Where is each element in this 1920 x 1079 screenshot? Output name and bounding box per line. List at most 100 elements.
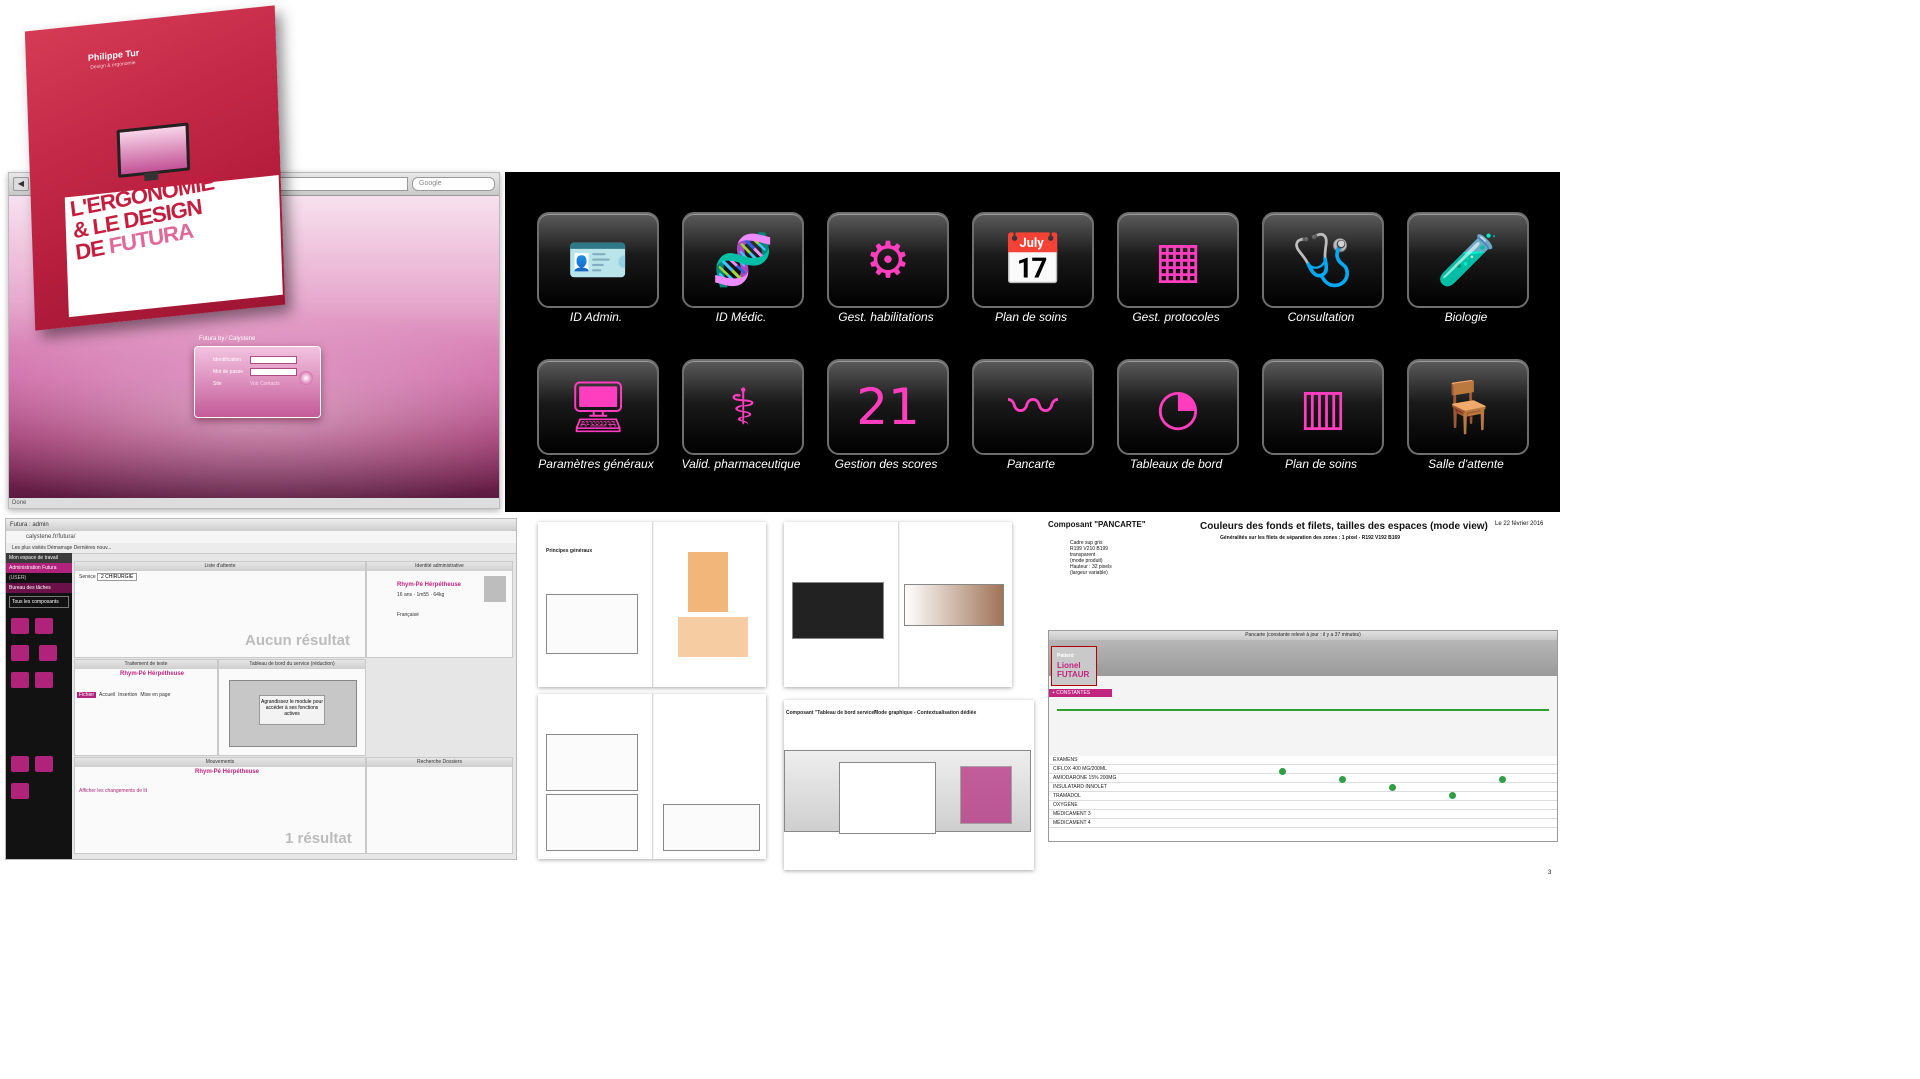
login-go-button[interactable] (299, 371, 313, 385)
sidebar-section[interactable]: Bureau des tâches (6, 583, 72, 593)
module-icon[interactable] (35, 756, 53, 772)
module-label[interactable]: Paramètres généraux (521, 457, 671, 471)
module-label[interactable]: Gest. protocoles (1101, 310, 1251, 324)
spread-board: Composant "Tableau de bord service" Mode… (784, 700, 1034, 870)
module-label[interactable]: Pancarte (956, 457, 1106, 471)
module-icon[interactable] (11, 672, 29, 688)
module-tile[interactable]: ◔ (1117, 359, 1239, 455)
wireframe-block (663, 804, 760, 851)
module-label[interactable]: Gestion des scores (811, 457, 961, 471)
dashboard-header: Tableau de bord du service (réduction) (219, 660, 365, 669)
table-row: EXAMENS (1049, 756, 1557, 765)
one-result-text: 1 résultat (285, 830, 352, 847)
module-tile[interactable]: ▥ (1262, 359, 1384, 455)
module-icon: 🪑 (1436, 378, 1500, 436)
app-window-title: Futura : admin (6, 519, 516, 531)
module-tile[interactable]: 🪪 (537, 212, 659, 308)
administration-dot[interactable] (1339, 776, 1346, 783)
doc-note: (largeur variable) (1070, 570, 1108, 576)
module-icon: 🪪 (566, 231, 630, 289)
doc-notes: Cadre sup gris R199 V210 B199 transparen… (1070, 540, 1112, 576)
module-label[interactable]: ID Médic. (666, 310, 816, 324)
administration-dot[interactable] (1449, 792, 1456, 799)
password-label: Mot de passe (213, 369, 244, 375)
spread-fold (898, 522, 900, 687)
orange-diagram (678, 617, 748, 657)
avatar (484, 576, 506, 602)
tab-home[interactable]: Accueil (99, 692, 115, 698)
service-select[interactable]: 2 CHIRURGIE (97, 573, 138, 581)
module-icon-panel: 🪪 ID Admin. 🧬 ID Médic. ⚙ Gest. habilitations… (505, 172, 1560, 512)
tab-layout[interactable]: Mise en page (140, 692, 170, 698)
module-label[interactable]: Plan de soins (1246, 457, 1396, 471)
movement-link[interactable]: Afficher les changements de lit (79, 788, 147, 794)
module-icon: ◔ (1156, 378, 1200, 436)
module-tile[interactable]: 🪑 (1407, 359, 1529, 455)
table-row: MÉDICAMENT 3 (1049, 810, 1557, 819)
search-input[interactable]: Google (412, 177, 495, 191)
wireframe-block (546, 594, 638, 654)
password-field[interactable] (250, 368, 297, 376)
module-tile[interactable]: 21 (827, 359, 949, 455)
all-components-button[interactable]: Tous les composants (9, 596, 69, 608)
module-label[interactable]: Valid. pharmaceutique (666, 457, 816, 471)
module-icon[interactable] (11, 756, 29, 772)
spread-title: Principes généraux (546, 548, 593, 554)
no-result-text: Aucun résultat (245, 632, 351, 649)
module-icon: 🖥 (566, 378, 630, 436)
table-row: CIFLOX 400 MG/200ML (1049, 765, 1557, 774)
table-row: OXYGÈNE (1049, 801, 1557, 810)
module-icon[interactable] (11, 645, 29, 661)
module-icon: ⚙ (865, 231, 911, 289)
identification-field[interactable] (250, 356, 297, 364)
service-label: Service (79, 574, 96, 580)
module-tile[interactable]: 🧬 (682, 212, 804, 308)
module-label[interactable]: Gest. habilitations (811, 310, 961, 324)
module-tile[interactable]: 〰 (972, 359, 1094, 455)
patient-block: Patient Lionel FUTAUR (1057, 652, 1089, 679)
module-icon[interactable] (39, 645, 58, 661)
module-tile[interactable]: ⚙ (827, 212, 949, 308)
module-label[interactable]: Tableaux de bord (1101, 457, 1251, 471)
back-button[interactable]: ◀ (13, 177, 29, 191)
admin-identity-header: Identité administrative (367, 562, 512, 571)
module-tile[interactable]: 🩺 (1262, 212, 1384, 308)
constants-section[interactable]: + CONSTANTES (1049, 689, 1112, 697)
search-pane: Recherche Dossiers (366, 757, 513, 854)
module-label[interactable]: Biologie (1391, 310, 1541, 324)
module-label[interactable]: Consultation (1246, 310, 1396, 324)
administration-dot[interactable] (1499, 776, 1506, 783)
pancarte-grid: Pancarte (constante relevé à jour : il y… (1048, 630, 1558, 842)
patient-bar: Patient Lionel FUTAUR (1049, 640, 1557, 686)
movements-patient-name: Rhym-Pé Hérpétheuse (195, 769, 260, 775)
identification-label: Identification (213, 357, 242, 363)
treatment-rows: EXAMENS CIFLOX 400 MG/200ML AMIODARONE 1… (1049, 756, 1557, 841)
module-tile[interactable]: ⚕ (682, 359, 804, 455)
module-icon: ⚕ (729, 378, 757, 436)
site-label: Site (213, 381, 222, 387)
module-tile[interactable]: 📅 (972, 212, 1094, 308)
monitor-icon (116, 122, 191, 178)
administration-dot[interactable] (1279, 768, 1286, 775)
futura-brand: Futura by ⁄ Calystene (199, 336, 256, 342)
tab-file[interactable]: Fichier (77, 692, 97, 698)
module-icon[interactable] (11, 783, 29, 799)
module-icon[interactable] (11, 618, 29, 634)
module-tile[interactable]: 🧪 (1407, 212, 1529, 308)
board-side-panel (960, 766, 1012, 824)
module-icon: 🩺 (1291, 231, 1355, 289)
module-label[interactable]: ID Admin. (521, 310, 671, 324)
tab-insert[interactable]: Insertion (118, 692, 137, 698)
module-icon[interactable] (35, 672, 53, 688)
site-value[interactable]: Voir Contacts (250, 381, 280, 387)
module-label[interactable]: Plan de soins (956, 310, 1106, 324)
pancarte-spec-doc: Composant "PANCARTE" Couleurs des fonds … (1040, 518, 1560, 878)
board-popup (839, 762, 936, 834)
module-icon[interactable] (35, 618, 53, 634)
screenshot-block (904, 584, 1004, 626)
administration-dot[interactable] (1389, 784, 1396, 791)
patient-city: Françaisé (397, 612, 419, 618)
module-label[interactable]: Salle d'attente (1391, 457, 1541, 471)
module-tile[interactable]: ▦ (1117, 212, 1239, 308)
module-tile[interactable]: 🖥 (537, 359, 659, 455)
